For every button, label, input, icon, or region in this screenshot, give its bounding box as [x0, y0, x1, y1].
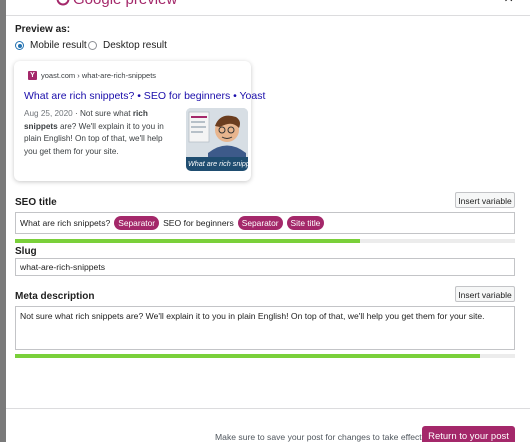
seo-title-input[interactable]: What are rich snippets? Separator SEO fo… — [15, 212, 515, 234]
modal-footer: Make sure to save your post for changes … — [6, 408, 530, 442]
slug-input[interactable]: what-are-rich-snippets — [15, 258, 515, 276]
seo-title-text-2: SEO for beginners — [163, 218, 234, 228]
desktop-result-label[interactable]: Desktop result — [103, 40, 167, 51]
serp-date-separator: · — [75, 109, 78, 118]
google-icon — [56, 0, 70, 6]
serp-thumbnail-image: What are rich snipp — [186, 108, 248, 171]
slug-label: Slug — [15, 246, 37, 257]
desktop-result-radio[interactable]: Desktop result — [88, 40, 167, 51]
meta-description-textarea[interactable]: Not sure what rich snippets are? We'll e… — [15, 306, 515, 350]
separator-variable-pill[interactable]: Separator — [114, 216, 160, 230]
radio-button-unchecked[interactable] — [88, 41, 97, 50]
serp-date: Aug 25, 2020 — [24, 109, 73, 118]
serp-snippet: Aug 25, 2020 · Not sure what rich snippe… — [24, 108, 177, 158]
thumbnail-caption: What are rich snipp — [188, 159, 248, 168]
seo-title-insert-variable-button[interactable]: Insert variable — [455, 192, 515, 208]
return-to-post-button[interactable]: Return to your post — [422, 426, 515, 442]
site-title-variable-pill[interactable]: Site title — [286, 216, 325, 230]
radio-button-checked[interactable] — [15, 41, 24, 50]
serp-snippet-before: Not sure what — [80, 109, 131, 118]
yoast-favicon-icon: Y — [28, 71, 37, 80]
serp-preview-card: Y yoast.com › what-are-rich-snippets Wha… — [14, 61, 265, 181]
close-icon[interactable]: × — [504, 0, 513, 7]
seo-title-text: What are rich snippets? — [20, 218, 111, 228]
preview-as-label: Preview as: — [15, 24, 71, 35]
meta-description-progress-bar — [15, 354, 515, 358]
meta-description-insert-variable-button[interactable]: Insert variable — [455, 286, 515, 302]
meta-description-progress-fill — [15, 354, 480, 358]
seo-title-progress-bar — [15, 239, 515, 243]
meta-description-label: Meta description — [15, 291, 95, 302]
save-hint-text: Make sure to save your post for changes … — [215, 432, 422, 442]
serp-title-link[interactable]: What are rich snippets? • SEO for beginn… — [24, 90, 265, 102]
mobile-result-label[interactable]: Mobile result — [30, 40, 87, 51]
separator-variable-pill[interactable]: Separator — [237, 216, 283, 230]
google-preview-modal: Google preview × Preview as: Mobile resu… — [6, 0, 530, 442]
seo-title-progress-fill — [15, 239, 360, 243]
modal-header: Google preview × — [6, 0, 530, 16]
modal-title: Google preview — [73, 0, 177, 8]
mobile-result-radio[interactable]: Mobile result — [15, 40, 87, 51]
seo-title-label: SEO title — [15, 197, 57, 208]
serp-url: yoast.com › what-are-rich-snippets — [41, 71, 157, 80]
